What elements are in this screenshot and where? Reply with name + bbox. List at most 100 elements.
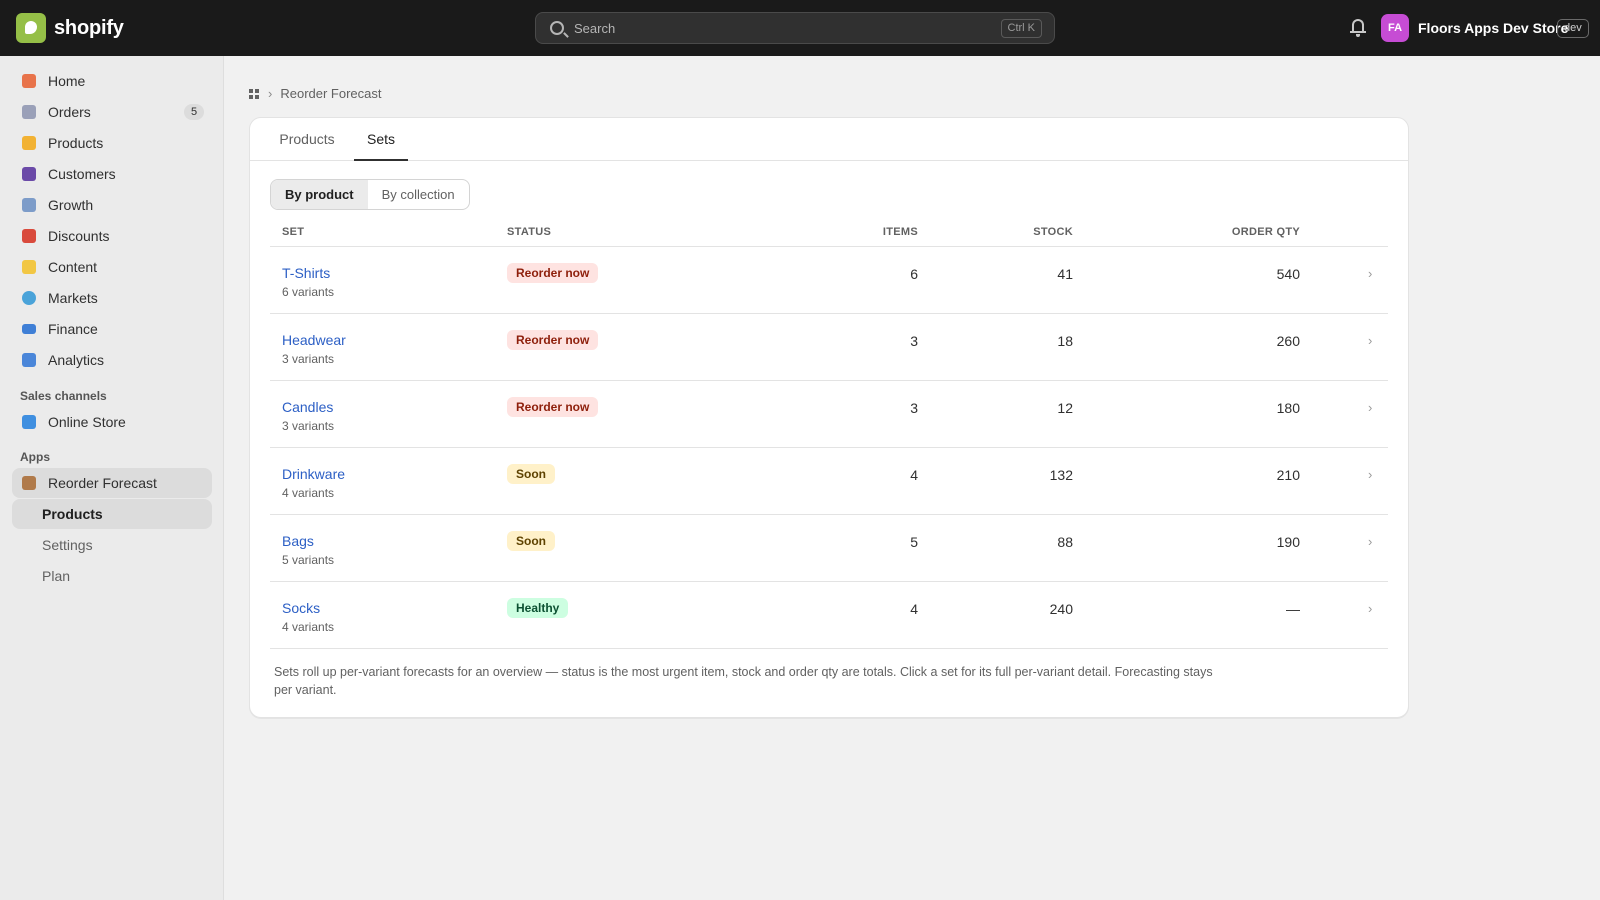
chevron-right-icon: › [1368, 534, 1373, 549]
apps-grid-icon[interactable] [249, 88, 259, 99]
set-name-link[interactable]: Socks [282, 600, 320, 616]
sidebar-subitem-settings[interactable]: Settings [12, 530, 212, 560]
sidebar-item-orders[interactable]: Orders 5 [12, 97, 212, 127]
variant-count: 4 variants [282, 486, 335, 500]
sidebar-item-label: Reorder Forecast [48, 475, 157, 491]
stock-value: 18 [1057, 333, 1073, 349]
sets-table: SET STATUS ITEMS STOCK ORDER QTY T-Shirt… [270, 219, 1388, 649]
table-row[interactable]: T-Shirts 6 variants Reorder now 6 41 540… [270, 247, 1388, 314]
chevron-right-icon: › [1368, 467, 1373, 482]
order-qty-value: 210 [1276, 467, 1300, 483]
card-icon [22, 324, 36, 334]
sidebar-subitem-products[interactable]: Products [12, 499, 212, 529]
tab-sets[interactable]: Sets [354, 118, 408, 161]
chart-up-icon [22, 198, 36, 212]
view-toggle: By product By collection [270, 179, 470, 210]
store-name[interactable]: Floors Apps Dev Store [1418, 20, 1568, 36]
column-header-stock: STOCK [1033, 226, 1073, 238]
column-header-order-qty: ORDER QTY [1231, 226, 1300, 238]
shopify-bag-icon [16, 13, 46, 43]
sidebar-item-finance[interactable]: Finance [12, 314, 212, 344]
sidebar-item-label: Online Store [48, 414, 126, 430]
segment-by-product[interactable]: By product [271, 180, 368, 209]
sets-card: Products Sets By product By collection S… [249, 117, 1409, 718]
set-name-link[interactable]: Bags [282, 533, 314, 549]
order-qty-value: — [1286, 601, 1300, 617]
shopping-bag-icon [22, 415, 36, 429]
set-name-link[interactable]: Candles [282, 399, 333, 415]
table-row[interactable]: Bags 5 variants Soon 5 88 190 › [270, 515, 1388, 582]
variant-count: 3 variants [282, 419, 335, 433]
search-icon [550, 21, 564, 35]
status-badge: Soon [507, 464, 555, 484]
sidebar-item-online-store[interactable]: Online Store [12, 407, 212, 437]
sidebar-item-products[interactable]: Products [12, 128, 212, 158]
sidebar-item-label: Orders [48, 104, 91, 120]
segment-by-collection[interactable]: By collection [368, 180, 469, 209]
status-badge: Reorder now [507, 263, 599, 283]
table-row[interactable]: Candles 3 variants Reorder now 3 12 180 … [270, 381, 1388, 448]
tab-products[interactable]: Products [270, 118, 344, 161]
variant-count: 3 variants [282, 352, 335, 366]
items-value: 4 [910, 601, 918, 617]
order-qty-value: 190 [1276, 534, 1300, 550]
stock-value: 12 [1057, 400, 1073, 416]
chevron-right-icon: › [1368, 266, 1373, 281]
column-header-set: SET [282, 226, 305, 238]
column-header-status: STATUS [507, 226, 552, 238]
sidebar-item-label: Growth [48, 197, 94, 213]
chevron-right-icon: › [268, 86, 273, 101]
bell-icon[interactable] [1350, 18, 1366, 38]
sidebar-item-label: Analytics [48, 352, 105, 368]
sidebar-item-content[interactable]: Content [12, 252, 212, 282]
variant-count: 4 variants [282, 620, 335, 634]
search-placeholder: Search [574, 21, 616, 36]
status-badge: Healthy [507, 598, 569, 618]
status-badge: Reorder now [507, 397, 599, 417]
brand-name: shopify [54, 16, 124, 39]
tag-icon [22, 136, 36, 150]
sidebar-item-customers[interactable]: Customers [12, 159, 212, 189]
sidebar-item-label: Customers [48, 166, 116, 182]
sidebar-item-label: Content [48, 259, 98, 275]
sidebar-subitem-plan[interactable]: Plan [12, 561, 212, 591]
sidebar-item-home[interactable]: Home [12, 66, 212, 96]
folder-icon [22, 260, 36, 274]
sidebar-item-growth[interactable]: Growth [12, 190, 212, 220]
variant-count: 6 variants [282, 285, 335, 299]
set-name-link[interactable]: Drinkware [282, 466, 345, 482]
items-value: 3 [910, 400, 918, 416]
sidebar-item-analytics[interactable]: Analytics [12, 345, 212, 375]
shopify-logo[interactable]: shopify [16, 13, 124, 43]
bar-chart-icon [22, 353, 36, 367]
tab-bar: Products Sets [250, 118, 1408, 161]
chevron-right-icon: › [1368, 400, 1373, 415]
avatar[interactable]: FA [1381, 14, 1409, 42]
sidebar-item-reorder-forecast[interactable]: Reorder Forecast [12, 468, 212, 498]
variant-count: 5 variants [282, 553, 335, 567]
table-row[interactable]: Drinkware 4 variants Soon 4 132 210 › [270, 448, 1388, 515]
items-value: 5 [910, 534, 918, 550]
chevron-right-icon: › [1368, 601, 1373, 616]
sidebar-item-label: Markets [48, 290, 98, 306]
table-header: SET STATUS ITEMS STOCK ORDER QTY [270, 219, 1388, 247]
sidebar-item-markets[interactable]: Markets [12, 283, 212, 313]
sidebar-item-label: Products [48, 135, 104, 151]
stock-value: 41 [1057, 266, 1073, 282]
apps-heading: Apps [20, 450, 50, 464]
set-name-link[interactable]: Headwear [282, 332, 346, 348]
search-input[interactable]: Search Ctrl K [535, 12, 1055, 44]
sidebar-item-discounts[interactable]: Discounts [12, 221, 212, 251]
people-icon [22, 167, 36, 181]
sidebar-item-label: Home [48, 73, 86, 89]
items-value: 6 [910, 266, 918, 282]
stock-value: 132 [1049, 467, 1073, 483]
gift-icon [22, 229, 36, 243]
sales-channels-heading: Sales channels [20, 389, 107, 403]
order-qty-value: 540 [1276, 266, 1300, 282]
table-row[interactable]: Socks 4 variants Healthy 4 240 — › [270, 582, 1388, 649]
table-row[interactable]: Headwear 3 variants Reorder now 3 18 260… [270, 314, 1388, 381]
set-name-link[interactable]: T-Shirts [282, 265, 330, 281]
column-header-items: ITEMS [882, 226, 918, 238]
home-icon [22, 74, 36, 88]
